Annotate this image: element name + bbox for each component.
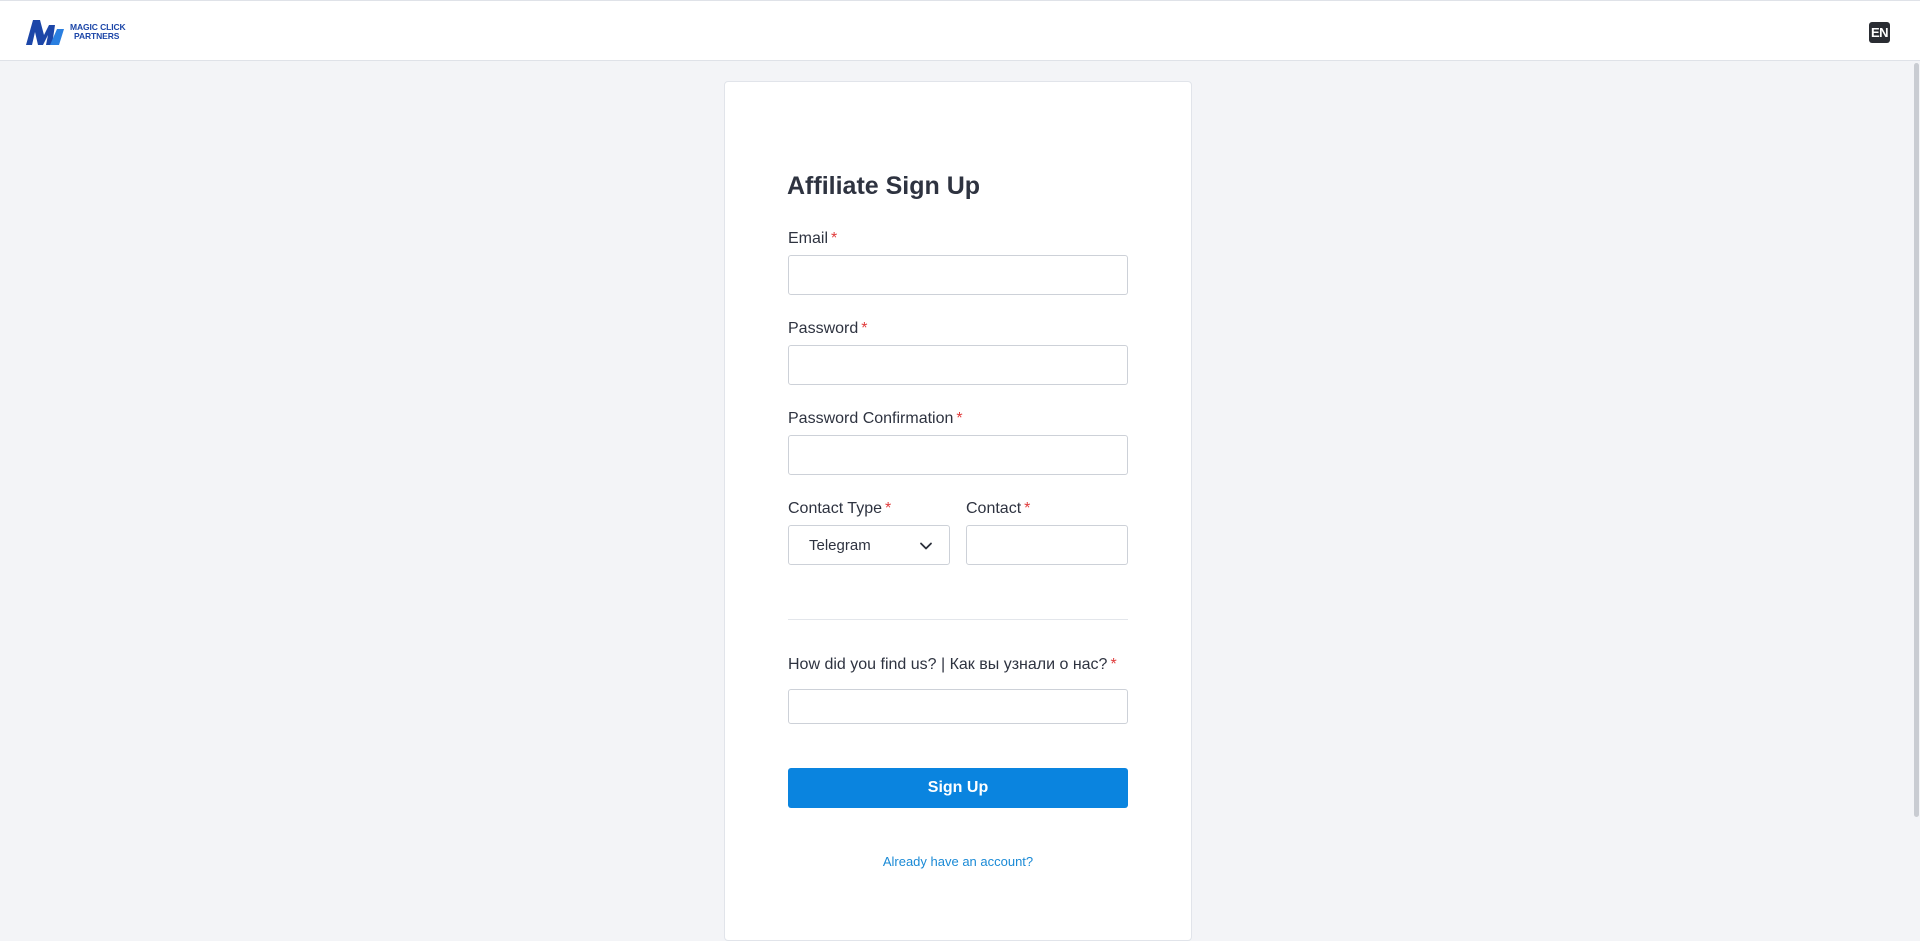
logo-icon (26, 20, 64, 45)
contact-label-text: Contact (966, 500, 1022, 517)
page-scrollbar[interactable] (1913, 61, 1920, 912)
contact-type-value: Telegram (809, 537, 871, 554)
required-mark: * (956, 410, 963, 427)
logo-text: MAGIC CLICK PARTNERS (70, 23, 126, 41)
contact-field[interactable] (966, 525, 1128, 565)
contact-type-label-text: Contact Type (788, 500, 882, 517)
source-label-text: How did you find us? | Как вы узнали о н… (788, 656, 1108, 673)
scrollbar-thumb[interactable] (1914, 63, 1919, 817)
required-mark: * (861, 320, 868, 337)
contact-type-label: Contact Type * (788, 500, 891, 518)
page-title: Affiliate Sign Up (787, 172, 981, 200)
email-label-text: Email (788, 230, 829, 247)
password-label-text: Password (788, 320, 859, 337)
password-confirmation-label-text: Password Confirmation (788, 410, 954, 427)
logo-line-2: PARTNERS (74, 31, 120, 41)
sign-up-button[interactable]: Sign Up (788, 768, 1128, 808)
section-divider (788, 619, 1128, 620)
required-mark: * (1024, 500, 1031, 517)
required-mark: * (884, 500, 892, 517)
source-field[interactable] (788, 689, 1128, 724)
required-mark: * (1110, 656, 1117, 673)
email-field[interactable] (788, 255, 1128, 295)
brand-logo[interactable]: MAGIC CLICK PARTNERS (24, 17, 126, 47)
password-field[interactable] (788, 345, 1128, 385)
source-label: How did you find us? | Как вы узнали о н… (788, 656, 1117, 674)
language-switcher[interactable]: EN (1869, 22, 1890, 43)
top-bar: MAGIC CLICK PARTNERS EN (0, 0, 1920, 61)
login-link[interactable]: Already have an account? (788, 854, 1128, 869)
password-confirmation-label: Password Confirmation * (788, 410, 963, 428)
email-label: Email * (788, 230, 837, 248)
contact-label: Contact * (966, 500, 1030, 518)
contact-type-select[interactable]: Telegram (788, 525, 950, 565)
required-mark: * (831, 230, 838, 247)
chevron-down-icon (920, 542, 932, 550)
password-confirmation-field[interactable] (788, 435, 1128, 475)
password-label: Password * (788, 320, 867, 338)
